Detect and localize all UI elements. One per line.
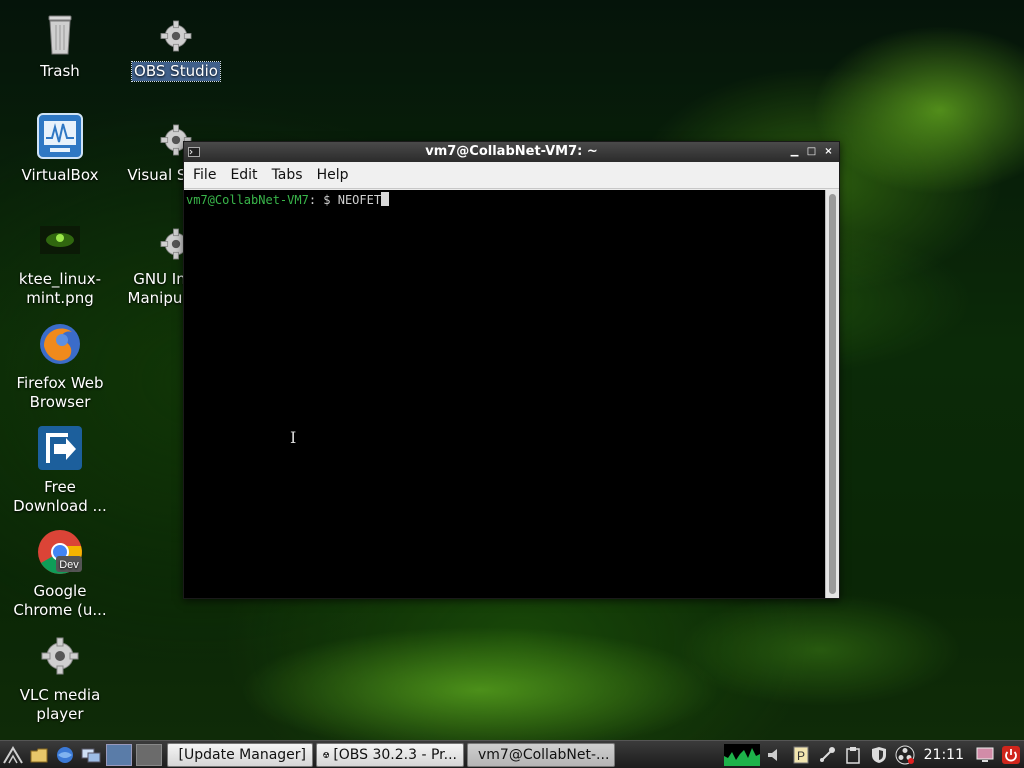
task-label: [Update Manager] [178, 746, 306, 763]
taskbar: [Update Manager] [OBS 30.2.3 - Pr... vm7… [0, 740, 1024, 768]
task-label: vm7@CollabNet-... [478, 746, 610, 763]
desktop-icon-label: OBS Studio [131, 61, 221, 82]
task-label: [OBS 30.2.3 - Pr... [333, 746, 457, 763]
gear-icon [36, 632, 84, 680]
desktop-icon-label: Google Chrome (u... [13, 582, 107, 619]
file-manager-icon[interactable] [28, 744, 50, 766]
typed-command: NEOFET [337, 193, 382, 207]
system-tray: P 21:11 [723, 741, 1024, 768]
desktop-2-icon[interactable] [136, 743, 162, 766]
minimize-button[interactable]: ▁ [787, 144, 802, 159]
desktop-1-icon[interactable] [106, 743, 132, 766]
desktop-icon-obs-studio[interactable]: OBS Studio [121, 16, 231, 82]
terminal-window-icon [188, 145, 200, 157]
desktop-icon-firefox[interactable]: Firefox Web Browser [5, 320, 115, 412]
workspace-switcher-icon[interactable] [80, 744, 102, 766]
task-update-manager[interactable]: [Update Manager] [167, 742, 313, 767]
desktop-icon-label: Trash [40, 62, 80, 80]
desktop-icon-ktee-png[interactable]: ktee_linux-mint.png [5, 216, 115, 308]
text-cursor [381, 192, 390, 206]
virtualbox-icon [36, 112, 84, 160]
cpu-monitor-graph[interactable] [723, 743, 760, 766]
terminal-output[interactable]: vm7@CollabNet-VM7: $ NEOFET [184, 190, 826, 598]
menu-file[interactable]: File [186, 167, 223, 183]
close-button[interactable]: × [821, 144, 836, 159]
image-file-icon [36, 216, 84, 264]
desktop-icon-label: Free Download ... [13, 478, 107, 515]
obs-tray-icon[interactable] [894, 744, 916, 766]
terminal-window[interactable]: vm7@CollabNet-VM7: ~ ▁ □ × File Edit Tab… [183, 141, 840, 599]
terminal-menubar: File Edit Tabs Help [184, 162, 839, 189]
menu-edit[interactable]: Edit [223, 167, 264, 183]
mouse-ibeam-cursor-icon: I [290, 428, 297, 447]
clock[interactable]: 21:11 [924, 747, 964, 763]
task-obs[interactable]: [OBS 30.2.3 - Pr... [316, 742, 464, 767]
scrollbar-thumb[interactable] [829, 194, 836, 594]
obs-icon [323, 751, 330, 758]
gear-icon [152, 16, 200, 56]
pushbullet-icon[interactable]: P [790, 744, 812, 766]
menu-tabs[interactable]: Tabs [265, 167, 310, 183]
svg-text:P: P [797, 749, 805, 763]
terminal-title: vm7@CollabNet-VM7: ~ [425, 144, 598, 159]
desktop-icon-label: ktee_linux-mint.png [18, 270, 102, 307]
task-terminal[interactable]: vm7@CollabNet-... [467, 742, 615, 767]
desktop-icon-vlc[interactable]: VLC media player [5, 632, 115, 724]
desktop-icon-google-chrome-dev[interactable]: Dev Google Chrome (u... [5, 528, 115, 620]
firefox-icon [36, 320, 84, 368]
free-download-manager-icon [36, 424, 84, 472]
menu-help[interactable]: Help [310, 167, 356, 183]
terminal-titlebar[interactable]: vm7@CollabNet-VM7: ~ ▁ □ × [184, 142, 839, 162]
chrome-dev-icon: Dev [36, 528, 84, 576]
menu-launcher-icon[interactable] [2, 744, 24, 766]
show-desktop-icon[interactable] [974, 744, 996, 766]
volume-icon[interactable] [764, 744, 786, 766]
desktop-icon-label: VirtualBox [21, 166, 99, 184]
prompt-user-host: vm7@CollabNet-VM7 [186, 193, 309, 207]
vpn-shield-icon[interactable] [868, 744, 890, 766]
desktop-icon-label: VLC media player [19, 686, 101, 723]
desktop-icon-label: Firefox Web Browser [16, 374, 104, 411]
trash-icon [36, 8, 84, 56]
web-browser-icon[interactable] [54, 744, 76, 766]
shield-icon [174, 754, 175, 755]
terminal-scrollbar[interactable] [825, 190, 839, 598]
clipboard-icon[interactable] [842, 744, 864, 766]
power-icon[interactable] [1000, 744, 1022, 766]
desktop-icon-trash[interactable]: Trash [5, 8, 115, 81]
prompt-separator: : $ [308, 193, 338, 207]
chrome-dev-badge: Dev [59, 559, 79, 571]
maximize-button[interactable]: □ [804, 144, 819, 159]
desktop-icon-free-download-manager[interactable]: Free Download ... [5, 424, 115, 516]
network-icon[interactable] [816, 744, 838, 766]
desktop-icon-virtualbox[interactable]: VirtualBox [5, 112, 115, 185]
